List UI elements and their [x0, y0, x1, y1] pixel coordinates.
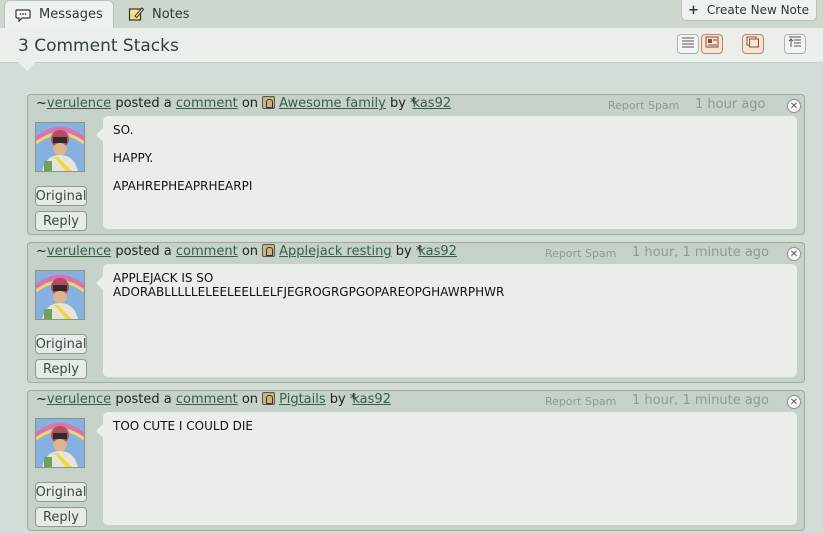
by-text: by: [389, 96, 406, 111]
prep-text: on: [241, 392, 259, 407]
author-link[interactable]: kas92: [418, 244, 457, 259]
original-button[interactable]: Original: [35, 186, 87, 206]
create-new-note-label: Create New Note: [706, 3, 809, 17]
comment-header: ~verulence posted a comment on Applejack…: [36, 244, 457, 262]
author-link[interactable]: kas92: [413, 96, 452, 111]
prep-text: on: [241, 244, 259, 259]
tab-messages[interactable]: Messages: [4, 0, 114, 28]
comment-body: APPLEJACK IS SO ADORABLLLLLELEELEELLELFJ…: [96, 264, 797, 377]
author-link[interactable]: kas92: [352, 392, 391, 407]
reply-button[interactable]: Reply: [35, 507, 87, 527]
comment-line: TOO CUTE I COULD DIE: [113, 419, 253, 433]
close-icon[interactable]: ✕: [787, 395, 801, 409]
deviation-icon: [262, 392, 276, 405]
avatar[interactable]: [35, 122, 85, 172]
user-link[interactable]: verulence: [47, 392, 111, 407]
sort-icon: [788, 36, 802, 52]
stack-view-icon: [746, 36, 760, 52]
detail-view-button[interactable]: [701, 34, 723, 54]
original-button[interactable]: Original: [35, 334, 87, 354]
deviation-icon: [262, 244, 276, 257]
comment-line: ADORABLLLLLELEELEELLELFJEGROGRGPGOPAREOP…: [113, 285, 505, 299]
speech-bubble-icon: [15, 7, 31, 23]
list-view-button[interactable]: [677, 34, 699, 54]
tab-notes-label: Notes: [152, 6, 190, 22]
deviation-link[interactable]: Awesome family: [279, 96, 386, 111]
user-prefix: ~: [36, 392, 47, 407]
page-title: 3 Comment Stacks: [18, 36, 179, 56]
timestamp: 1 hour ago: [695, 97, 766, 112]
comment-line: APAHREPHEAPRHEARPI: [113, 179, 253, 193]
comment-body: SO. HAPPY. APAHREPHEAPRHEARPI: [96, 116, 797, 229]
verb-text: posted a: [115, 244, 172, 259]
header-pointer: [18, 62, 36, 71]
comment-line: SO.: [113, 123, 134, 137]
original-button[interactable]: Original: [35, 482, 87, 502]
comment-header: ~verulence posted a comment on Awesome f…: [36, 96, 451, 114]
comment-link[interactable]: comment: [176, 244, 238, 259]
stack-view-button[interactable]: [742, 34, 764, 54]
deviation-link[interactable]: Pigtails: [279, 392, 325, 407]
user-prefix: ~: [36, 96, 47, 111]
report-spam-link[interactable]: Report Spam: [608, 99, 679, 112]
sort-button[interactable]: [784, 34, 806, 54]
user-link[interactable]: verulence: [47, 96, 111, 111]
verb-text: posted a: [115, 96, 172, 111]
deviation-icon: [262, 96, 276, 109]
user-link[interactable]: verulence: [47, 244, 111, 259]
verb-text: posted a: [115, 392, 172, 407]
page-header: 3 Comment Stacks: [0, 28, 823, 63]
report-spam-link[interactable]: Report Spam: [545, 247, 616, 260]
deviation-link[interactable]: Applejack resting: [279, 244, 391, 259]
tab-notes[interactable]: Notes: [128, 0, 190, 28]
report-spam-link[interactable]: Report Spam: [545, 395, 616, 408]
tab-bar: Messages Notes + Create New Note: [0, 0, 823, 28]
prep-text: on: [241, 96, 259, 111]
avatar[interactable]: [35, 418, 85, 468]
comment-line: HAPPY.: [113, 151, 154, 165]
comment-stack: ~verulence posted a comment on Applejack…: [27, 242, 805, 383]
list-view-icon: [681, 36, 695, 52]
comment-header: ~verulence posted a comment on Pigtails …: [36, 392, 391, 410]
by-text: by: [329, 392, 346, 407]
comment-body: TOO CUTE I COULD DIE: [96, 412, 797, 525]
close-icon[interactable]: ✕: [787, 99, 801, 113]
tab-messages-label: Messages: [39, 7, 103, 22]
reply-button[interactable]: Reply: [35, 211, 87, 231]
comment-link[interactable]: comment: [176, 392, 238, 407]
avatar[interactable]: [35, 270, 85, 320]
comment-stack: ~verulence posted a comment on Awesome f…: [27, 94, 805, 235]
timestamp: 1 hour, 1 minute ago: [632, 393, 770, 408]
detail-view-icon: [705, 36, 719, 52]
comment-line: APPLEJACK IS SO: [113, 271, 214, 285]
reply-button[interactable]: Reply: [35, 359, 87, 379]
comment-stack: ~verulence posted a comment on Pigtails …: [27, 390, 805, 531]
timestamp: 1 hour, 1 minute ago: [632, 245, 770, 260]
user-prefix: ~: [36, 244, 47, 259]
plus-icon: +: [688, 2, 699, 18]
note-pencil-icon: [128, 6, 144, 22]
by-text: by: [395, 244, 412, 259]
comment-link[interactable]: comment: [176, 96, 238, 111]
create-new-note-button[interactable]: + Create New Note: [681, 0, 817, 21]
close-icon[interactable]: ✕: [787, 247, 801, 261]
